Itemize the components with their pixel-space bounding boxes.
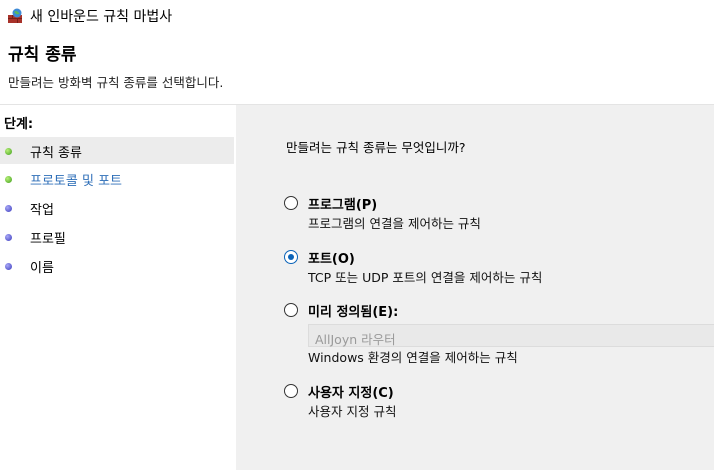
step-name[interactable]: 이름 <box>0 252 234 279</box>
predefined-radio[interactable] <box>284 303 298 317</box>
firewall-wizard-icon <box>8 8 22 23</box>
option-description: 사용자 지정 규칙 <box>308 404 397 419</box>
custom-radio[interactable] <box>284 384 298 398</box>
option-description: TCP 또는 UDP 포트의 연결을 제어하는 규칙 <box>308 270 543 285</box>
step-status-dot-icon <box>5 263 12 270</box>
option-label[interactable]: 사용자 지정(C) <box>308 382 394 401</box>
step-status-dot-icon <box>5 176 12 183</box>
step-label: 프로토콜 및 포트 <box>30 174 122 189</box>
window-title: 새 인바운드 규칙 마법사 <box>30 9 173 25</box>
step-profile[interactable]: 프로필 <box>0 223 234 250</box>
step-status-dot-icon <box>5 205 12 212</box>
step-label: 작업 <box>30 203 54 218</box>
predefined-rules-dropdown[interactable]: AllJoyn 라우터 <box>308 324 714 347</box>
step-action[interactable]: 작업 <box>0 194 234 221</box>
steps-sidebar: 단계: 규칙 종류 프로토콜 및 포트 작업 프로필 이름 <box>0 105 236 470</box>
rule-type-question: 만들려는 규칙 종류는 무엇입니까? <box>286 140 466 155</box>
dropdown-selected-value: AllJoyn 라우터 <box>315 332 396 347</box>
port-radio[interactable] <box>284 250 298 264</box>
program-radio[interactable] <box>284 196 298 210</box>
main-panel: 만들려는 규칙 종류는 무엇입니까? 프로그램(P) 프로그램의 연결을 제어하… <box>236 105 714 470</box>
option-description: Windows 환경의 연결을 제어하는 규칙 <box>308 350 518 365</box>
option-label[interactable]: 포트(O) <box>308 248 355 267</box>
step-label: 규칙 종류 <box>30 146 82 161</box>
step-label: 이름 <box>30 261 54 276</box>
page-description: 만들려는 방화벽 규칙 종류를 선택합니다. <box>8 75 224 90</box>
step-label: 프로필 <box>30 232 66 247</box>
page-title: 규칙 종류 <box>8 45 77 65</box>
option-label[interactable]: 미리 정의됨(E): <box>308 301 398 320</box>
title-bar: 새 인바운드 규칙 마법사 <box>0 0 714 30</box>
steps-title: 단계: <box>4 117 34 132</box>
step-rule-type[interactable]: 규칙 종류 <box>0 137 234 164</box>
step-protocol-and-ports[interactable]: 프로토콜 및 포트 <box>0 165 234 192</box>
step-status-dot-icon <box>5 148 12 155</box>
step-status-dot-icon <box>5 234 12 241</box>
option-label[interactable]: 프로그램(P) <box>308 194 377 213</box>
option-description: 프로그램의 연결을 제어하는 규칙 <box>308 216 481 231</box>
